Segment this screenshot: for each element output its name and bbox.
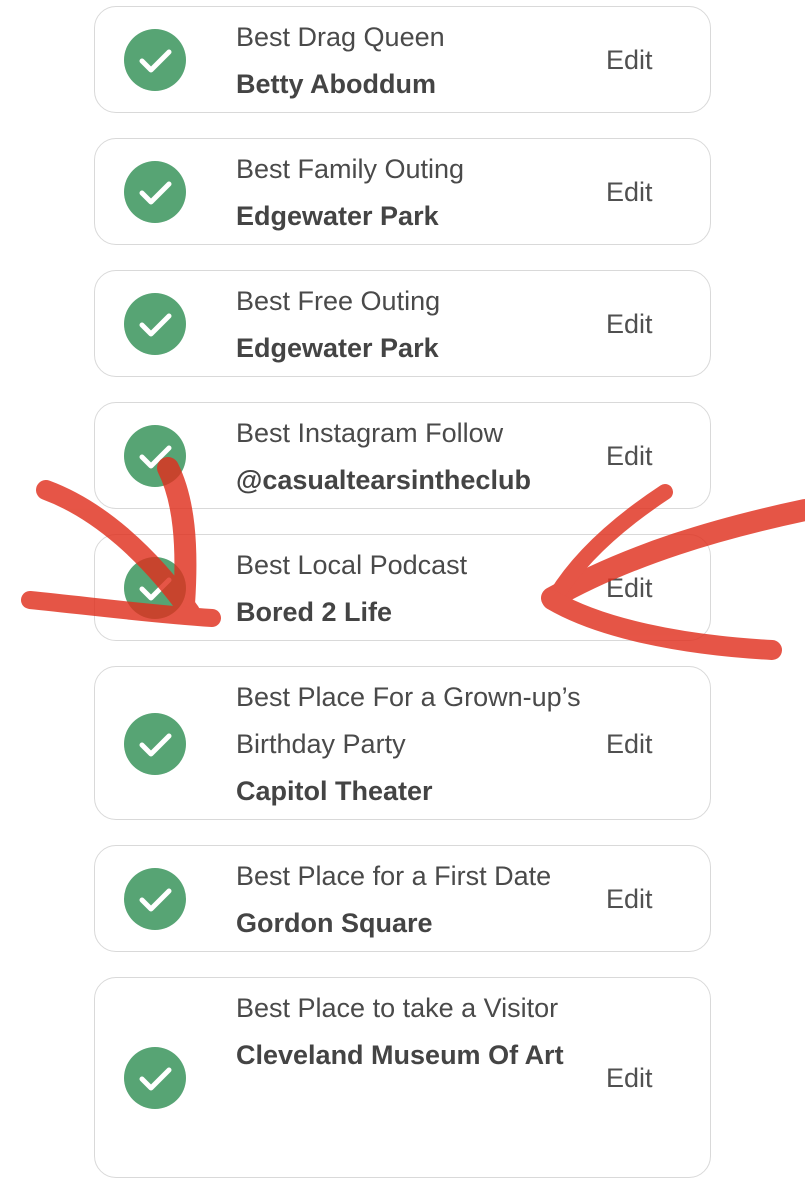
nominee-value: Betty Aboddum [236,69,436,99]
ballot-item-best-place-grown-up-birthday: Best Place For a Grown-up’s Birthday Par… [94,666,711,820]
check-icon [124,161,186,223]
category-label: Best Drag Queen [236,22,445,52]
ballot-item-best-drag-queen: Best Drag Queen Betty Aboddum Edit [94,6,711,113]
ballot-item-best-free-outing: Best Free Outing Edgewater Park Edit [94,270,711,377]
nominee-value: Capitol Theater [236,776,433,806]
ballot-item-best-place-visitor: Best Place to take a Visitor Cleveland M… [94,977,711,1178]
ballot-item-text: Best Drag Queen Betty Aboddum [236,14,586,108]
check-icon [124,1047,186,1109]
ballot-item-best-family-outing: Best Family Outing Edgewater Park Edit [94,138,711,245]
nominee-value: Edgewater Park [236,333,439,363]
edit-button[interactable]: Edit [606,879,678,919]
category-label: Best Instagram Follow [236,418,504,448]
edit-button[interactable]: Edit [606,40,678,80]
check-icon [124,29,186,91]
ballot-item-text: Best Instagram Follow @casualtearsinthec… [236,410,586,504]
check-icon [124,293,186,355]
nominee-value: Cleveland Museum Of Art [236,1040,564,1070]
ballot-item-text: Best Local Podcast Bored 2 Life [236,542,586,636]
ballot-item-text: Best Place for a First Date Gordon Squar… [236,853,586,947]
nominee-value: Gordon Square [236,908,433,938]
ballot-item-best-instagram-follow: Best Instagram Follow @casualtearsinthec… [94,402,711,509]
ballot-item-best-place-first-date: Best Place for a First Date Gordon Squar… [94,845,711,952]
check-icon [124,557,186,619]
ballot-item-best-local-podcast: Best Local Podcast Bored 2 Life Edit [94,534,711,641]
check-icon [124,425,186,487]
nominee-value: @casualtearsintheclub [236,465,531,495]
ballot-item-text: Best Family Outing Edgewater Park [236,146,586,240]
edit-button[interactable]: Edit [606,304,678,344]
ballot-item-text: Best Place For a Grown-up’s Birthday Par… [236,674,586,815]
edit-button[interactable]: Edit [606,1058,678,1098]
check-icon [124,713,186,775]
edit-button[interactable]: Edit [606,724,678,764]
check-icon [124,868,186,930]
category-label: Best Place For a Grown-up’s Birthday Par… [236,682,581,759]
category-label: Best Free Outing [236,286,441,316]
category-label: Best Place to take a Visitor [236,993,559,1023]
ballot-item-text: Best Place to take a Visitor Cleveland M… [236,985,586,1079]
edit-button[interactable]: Edit [606,568,678,608]
category-label: Best Family Outing [236,154,465,184]
category-label: Best Local Podcast [236,550,468,580]
ballot-item-text: Best Free Outing Edgewater Park [236,278,586,372]
nominee-value: Edgewater Park [236,201,439,231]
edit-button[interactable]: Edit [606,436,678,476]
nominee-value: Bored 2 Life [236,597,393,627]
category-label: Best Place for a First Date [236,861,552,891]
edit-button[interactable]: Edit [606,172,678,212]
